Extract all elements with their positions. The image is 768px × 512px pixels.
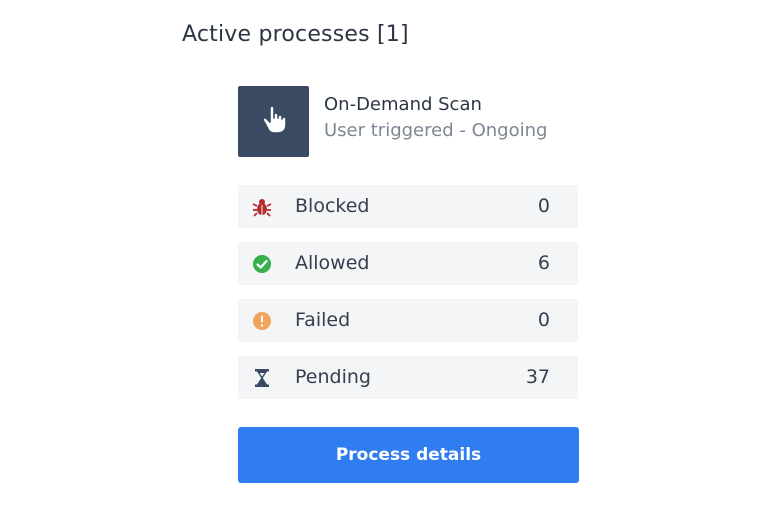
process-name: On-Demand Scan	[324, 94, 482, 115]
stat-value: 0	[537, 195, 550, 217]
hourglass-icon	[252, 368, 272, 388]
stat-value: 6	[537, 252, 550, 274]
stat-row-blocked: Blocked 0	[238, 185, 578, 228]
process-status: User triggered - Ongoing	[324, 120, 548, 141]
process-card: On-Demand Scan User triggered - Ongoing	[238, 86, 578, 158]
process-details-button[interactable]: Process details	[238, 427, 579, 483]
stat-label: Allowed	[295, 252, 370, 274]
bug-icon	[252, 197, 272, 217]
check-circle-icon	[252, 254, 272, 274]
warning-circle-icon	[252, 311, 272, 331]
stat-label: Failed	[295, 309, 351, 331]
stat-value: 37	[525, 366, 550, 388]
section-title: Active processes [1]	[182, 22, 409, 47]
stat-value: 0	[537, 309, 550, 331]
stat-row-failed: Failed 0	[238, 299, 578, 342]
stat-row-allowed: Allowed 6	[238, 242, 578, 285]
process-icon-tile	[238, 86, 309, 157]
stat-label: Blocked	[295, 195, 370, 217]
stat-label: Pending	[295, 366, 371, 388]
process-stats: Blocked 0 Allowed 6 Failed 0 Pending 37	[238, 185, 578, 413]
pointing-hand-icon	[260, 104, 288, 139]
active-processes-panel: Active processes [1] On-Demand Scan User…	[0, 0, 768, 512]
stat-row-pending: Pending 37	[238, 356, 578, 399]
